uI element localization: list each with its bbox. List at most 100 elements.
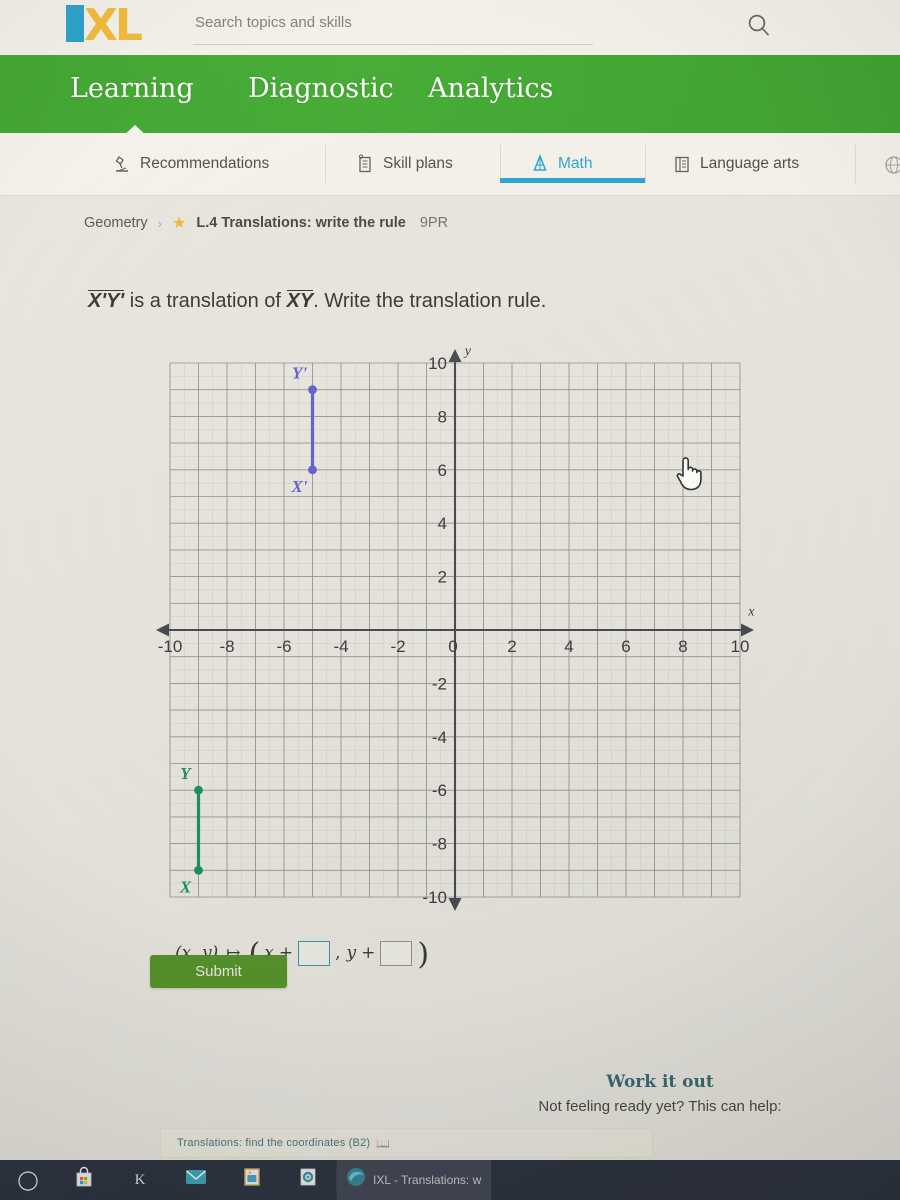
subnav-label: Skill plans: [383, 155, 453, 172]
nav-item-analytics[interactable]: Analytics: [428, 73, 553, 104]
subnav-item-language-arts[interactable]: Language arts: [672, 147, 799, 181]
answer-plus-2: +: [361, 943, 376, 963]
svg-text:Y': Y': [292, 364, 307, 383]
work-it-out-subtitle: Not feeling ready yet? This can help:: [538, 1098, 782, 1115]
browser-page: XL Learning Diagnostic Analytics: [0, 0, 900, 1160]
breadcrumb-skill-code: 9PR: [419, 215, 449, 231]
svg-text:2: 2: [438, 568, 447, 587]
pointing-hand-cursor: [672, 452, 706, 492]
svg-text:x: x: [747, 604, 755, 619]
logo-blue-bar: [66, 5, 84, 42]
subnav-label: Language arts: [700, 155, 800, 172]
primary-nav: Learning Diagnostic Analytics: [0, 55, 900, 133]
answer-y-term: y: [346, 943, 357, 963]
segment-label-image: X'Y': [88, 290, 125, 312]
star-icon[interactable]: ★: [172, 213, 186, 233]
work-it-out-section: Work it out Not feeling ready yet? This …: [480, 1072, 840, 1115]
taskbar-item-kami[interactable]: K: [112, 1160, 168, 1200]
breadcrumb-skill-title: L.4 Translations: write the rule: [196, 215, 406, 231]
svg-text:6: 6: [438, 461, 447, 480]
svg-text:6: 6: [621, 637, 630, 656]
nav-item-learning[interactable]: Learning: [70, 73, 194, 104]
submit-button[interactable]: Submit: [150, 955, 287, 988]
search-icon[interactable]: [746, 12, 772, 38]
subnav-item-math[interactable]: Math: [530, 147, 592, 181]
active-subnav-underline: [500, 178, 645, 183]
search-bar[interactable]: [193, 6, 769, 45]
subnav-label: Recommendations: [140, 155, 270, 172]
microscope-icon: [112, 154, 132, 174]
taskbar-active-window-label: IXL - Translations: w: [373, 1173, 482, 1187]
svg-text:-10: -10: [158, 637, 183, 656]
windows-taskbar: ◯ K IXL - Translations: w: [0, 1160, 900, 1200]
store-bag-icon: [73, 1166, 95, 1194]
subnav-divider: [325, 145, 326, 183]
nav-item-diagnostic[interactable]: Diagnostic: [248, 73, 394, 104]
svg-text:y: y: [463, 345, 472, 359]
coordinate-plane[interactable]: -10 -8 -6 -4 -2 0 2 4 6 8 10 10 8 6 4 2 -2 -4 -6 -8 -10 y x X' Y…: [150, 345, 760, 915]
taskbar-active-window[interactable]: IXL - Translations: w: [337, 1160, 492, 1200]
search-input[interactable]: [193, 8, 527, 36]
subnav-item-recommendations[interactable]: Recommendations: [112, 147, 269, 181]
svg-text:-8: -8: [432, 835, 447, 854]
svg-text:-8: -8: [219, 637, 234, 656]
photo-icon: [241, 1166, 263, 1194]
svg-text:8: 8: [678, 637, 687, 656]
svg-text:4: 4: [438, 514, 447, 533]
logo-xl-text: XL: [84, 0, 143, 51]
subnav-divider: [645, 145, 646, 183]
subnav-label: Math: [558, 155, 593, 172]
mail-envelope-icon: [184, 1167, 208, 1193]
book-icon: [672, 154, 692, 174]
svg-text:10: 10: [428, 354, 447, 373]
svg-text:-10: -10: [422, 888, 447, 907]
book-icon: 📖: [376, 1137, 391, 1150]
svg-text:Y: Y: [180, 764, 192, 783]
top-bar: XL: [0, 0, 900, 55]
taskbar-item-settings[interactable]: [280, 1160, 336, 1200]
coordinate-plane-svg[interactable]: -10 -8 -6 -4 -2 0 2 4 6 8 10108642-2-4-6-8-10yxX'Y…: [150, 345, 760, 915]
answer-input-y[interactable]: [380, 940, 413, 966]
svg-text:10: 10: [731, 637, 750, 656]
question-text-before: is a translation of: [124, 290, 287, 312]
svg-text:X': X': [290, 477, 307, 496]
breadcrumb: Geometry › ★ L.4 Translations: write the…: [84, 212, 448, 234]
work-it-out-title: Work it out: [606, 1072, 714, 1092]
subnav-item-skill-plans[interactable]: Skill plans: [355, 147, 453, 181]
svg-text:-4: -4: [432, 728, 447, 747]
svg-text:4: 4: [564, 637, 573, 656]
svg-text:-6: -6: [276, 637, 291, 656]
segment-label-preimage: XY: [286, 290, 314, 312]
subject-nav: Recommendations Skill plans Math Languag…: [0, 133, 900, 196]
question-text-after: . Write the translation rule.: [313, 290, 547, 312]
taskbar-item-photos[interactable]: [224, 1160, 280, 1200]
svg-text:2: 2: [507, 637, 516, 656]
clipboard-icon: [355, 154, 375, 174]
gear-icon: [297, 1166, 319, 1194]
taskbar-item-mail[interactable]: [168, 1160, 224, 1200]
k-icon: K: [134, 1171, 146, 1188]
svg-text:-6: -6: [432, 781, 447, 800]
svg-text:8: 8: [438, 407, 447, 426]
compass-icon: [530, 153, 550, 174]
answer-comma: ,: [335, 943, 341, 963]
edge-icon: [345, 1166, 367, 1194]
svg-text:0: 0: [448, 637, 457, 656]
suggested-skill-bar[interactable]: Translations: find the coordinates (B2) …: [160, 1128, 653, 1158]
answer-input-x[interactable]: [298, 940, 331, 966]
suggested-skill-label: Translations: find the coordinates (B2): [177, 1137, 371, 1149]
svg-text:X: X: [179, 877, 192, 896]
ixl-logo[interactable]: XL: [62, 0, 182, 51]
start-button[interactable]: ◯: [0, 1160, 56, 1200]
svg-text:-4: -4: [333, 637, 348, 656]
breadcrumb-subject[interactable]: Geometry: [84, 215, 148, 231]
globe-icon[interactable]: [884, 155, 900, 175]
svg-text:-2: -2: [390, 637, 405, 656]
taskbar-item-store[interactable]: [56, 1160, 112, 1200]
breadcrumb-separator: ›: [157, 215, 163, 231]
close-paren: ): [417, 936, 430, 972]
subnav-divider: [855, 145, 856, 183]
svg-text:-2: -2: [432, 674, 447, 693]
question-prompt: X'Y' is a translation of XY. Write the t…: [88, 290, 788, 313]
cortana-circle-icon: ◯: [17, 1169, 39, 1191]
